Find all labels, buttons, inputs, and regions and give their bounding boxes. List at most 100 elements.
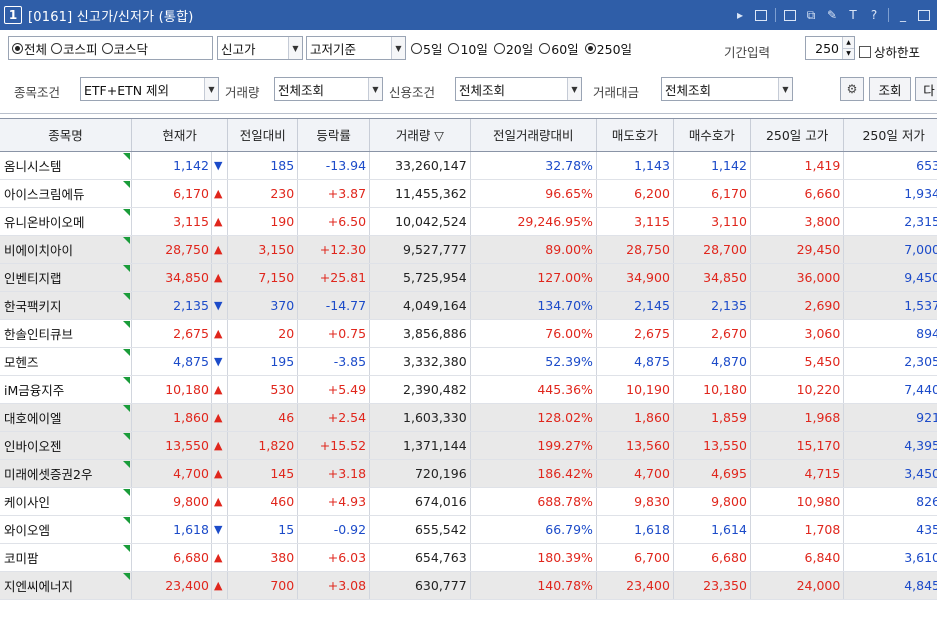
- stock-name-cell[interactable]: 유니온바이오메: [0, 207, 132, 236]
- radio-circle-icon[interactable]: [539, 42, 551, 54]
- stock-name-cell[interactable]: 한국팩키지: [0, 291, 132, 320]
- table-row[interactable]: 대호에이엘 1,860 ▲ 46 +2.54 1,603,330 128.02% 1,860 1…: [0, 403, 937, 432]
- table-row[interactable]: iM금융지주 10,180 ▲ 530 +5.49 2,390,482 445.36% 10,…: [0, 375, 937, 404]
- stock-name-cell[interactable]: 아이스크림에듀: [0, 179, 132, 208]
- amount-combo[interactable]: 전체조회 ▼: [661, 77, 793, 101]
- table-row[interactable]: 케이사인 9,800 ▲ 460 +4.93 674,016 688.78% 9,830 9,8…: [0, 487, 937, 516]
- spin-up-icon[interactable]: ▲: [843, 37, 854, 48]
- table-row[interactable]: 인벤티지랩 34,850 ▲ 7,150 +25.81 5,725,954 127.00% 3…: [0, 263, 937, 292]
- table-row[interactable]: 모헨즈 4,875 ▼ 195 -3.85 3,332,380 52.39% 4,875 4,8…: [0, 347, 937, 376]
- column-header[interactable]: 전일대비: [227, 119, 299, 152]
- table-row[interactable]: 미래에셋증권2우 4,700 ▲ 145 +3.18 720,196 186.42% 4,70…: [0, 459, 937, 488]
- up-arrow-icon: ▲: [211, 207, 229, 236]
- stock-cond-combo[interactable]: ETF+ETN 제외 ▼: [80, 77, 219, 101]
- column-header[interactable]: 거래량 ▽: [369, 119, 471, 152]
- chevron-down-icon[interactable]: ▼: [288, 37, 302, 59]
- volume-combo[interactable]: 전체조회 ▼: [274, 77, 383, 101]
- next-button[interactable]: 다: [915, 77, 937, 101]
- spin-buttons[interactable]: ▲ ▼: [842, 37, 854, 59]
- title-divider: [775, 8, 776, 22]
- column-header[interactable]: 등락률: [297, 119, 371, 152]
- stock-name-cell[interactable]: 지엔씨에너지: [0, 571, 132, 600]
- minimize-icon[interactable]: _: [896, 8, 910, 22]
- search-button[interactable]: 조회: [869, 77, 911, 101]
- pin-icon[interactable]: ✎: [825, 8, 839, 22]
- stock-name-cell[interactable]: 케이사인: [0, 487, 132, 516]
- radio-circle-icon[interactable]: [493, 42, 505, 54]
- radio-circle-icon[interactable]: [411, 42, 422, 54]
- window-number-badge[interactable]: 1: [4, 6, 22, 24]
- radio-circle-icon[interactable]: [101, 42, 113, 54]
- play-icon[interactable]: ▸: [733, 8, 747, 22]
- radio-circle-icon[interactable]: [51, 42, 63, 54]
- period-input-value[interactable]: 250: [806, 41, 842, 56]
- period-radio[interactable]: 250일: [584, 39, 632, 58]
- period-radio[interactable]: 5일: [411, 39, 442, 58]
- credit-combo[interactable]: 전체조회 ▼: [455, 77, 582, 101]
- type-combo[interactable]: 신고가 ▼: [217, 36, 303, 60]
- chevron-down-icon[interactable]: ▼: [368, 78, 382, 100]
- stock-name-cell[interactable]: 대호에이엘: [0, 403, 132, 432]
- column-header[interactable]: 현재가: [131, 119, 229, 152]
- rate-cell: +25.81: [297, 263, 371, 292]
- chevron-down-icon[interactable]: ▼: [391, 37, 405, 59]
- screen-icon[interactable]: [754, 8, 768, 22]
- radio-circle-icon[interactable]: [12, 42, 23, 54]
- table-row[interactable]: 비에이치아이 28,750 ▲ 3,150 +12.30 9,527,777 89.00% 2…: [0, 235, 937, 264]
- low-250-cell: 653: [843, 151, 937, 180]
- stock-name-cell[interactable]: 와이오엠: [0, 515, 132, 544]
- period-radio[interactable]: 10일: [448, 39, 488, 58]
- table-row[interactable]: 지엔씨에너지 23,400 ▲ 700 +3.08 630,777 140.78% 23,40…: [0, 571, 937, 600]
- table-row[interactable]: 인바이오젠 13,550 ▲ 1,820 +15.52 1,371,144 199.27% 1…: [0, 431, 937, 460]
- stock-name-cell[interactable]: 비에이치아이: [0, 235, 132, 264]
- basis-combo[interactable]: 고저기준 ▼: [306, 36, 406, 60]
- bid-price-cell: 1,614: [673, 515, 751, 544]
- filter-settings-button[interactable]: ⚙: [840, 77, 864, 101]
- table-row[interactable]: 한국팩키지 2,135 ▼ 370 -14.77 4,049,164 134.70% 2,14…: [0, 291, 937, 320]
- table-row[interactable]: 유니온바이오메 3,115 ▲ 190 +6.50 10,042,524 29,246.95…: [0, 207, 937, 236]
- market-radio[interactable]: 코스닥: [101, 39, 148, 58]
- chevron-down-icon[interactable]: ▼: [567, 78, 581, 100]
- stock-name-cell[interactable]: 옴니시스템: [0, 151, 132, 180]
- table-row[interactable]: 와이오엠 1,618 ▼ 15 -0.92 655,542 66.79% 1,618 1,614…: [0, 515, 937, 544]
- period-radio[interactable]: 20일: [493, 39, 533, 58]
- column-header[interactable]: 매수호가: [673, 119, 751, 152]
- column-header[interactable]: 전일거래량대비: [470, 119, 597, 152]
- table-row[interactable]: 아이스크림에듀 6,170 ▲ 230 +3.87 11,455,362 96.65% 6,2…: [0, 179, 937, 208]
- column-header[interactable]: 250일 저가: [843, 119, 937, 152]
- period-input[interactable]: 250 ▲ ▼: [805, 36, 855, 60]
- column-header[interactable]: 매도호가: [596, 119, 674, 152]
- table-row[interactable]: 한솔인티큐브 2,675 ▲ 20 +0.75 3,856,886 76.00% 2,675 2…: [0, 319, 937, 348]
- stock-name: 미래에셋증권2우: [4, 466, 93, 482]
- table-row[interactable]: 코미팜 6,680 ▲ 380 +6.03 654,763 180.39% 6,700 6,68…: [0, 543, 937, 572]
- spin-down-icon[interactable]: ▼: [843, 47, 854, 59]
- stock-name-cell[interactable]: 코미팜: [0, 543, 132, 572]
- radio-circle-icon[interactable]: [584, 42, 596, 54]
- market-radio[interactable]: 전체: [12, 39, 47, 58]
- change-cell: 145: [227, 459, 299, 488]
- period-radio[interactable]: 60일: [539, 39, 579, 58]
- maximize-icon[interactable]: [917, 8, 931, 22]
- stock-name-cell[interactable]: 인벤티지랩: [0, 263, 132, 292]
- stock-name-cell[interactable]: iM금융지주: [0, 375, 132, 404]
- stock-name-cell[interactable]: 한솔인티큐브: [0, 319, 132, 348]
- limit-checkbox[interactable]: 상하한포: [859, 42, 920, 61]
- font-size-icon[interactable]: T: [846, 8, 860, 22]
- copy-icon[interactable]: ⧉: [804, 8, 818, 22]
- table-row[interactable]: 옴니시스템 1,142 ▼ 185 -13.94 33,260,147 32.78% 1,14…: [0, 151, 937, 180]
- column-header[interactable]: 종목명: [0, 119, 132, 152]
- chevron-down-icon[interactable]: ▼: [778, 78, 792, 100]
- stock-name-cell[interactable]: 미래에셋증권2우: [0, 459, 132, 488]
- help-icon[interactable]: ?: [867, 8, 881, 22]
- low-250-cell: 7,440: [843, 375, 937, 404]
- checkbox-box[interactable]: [859, 45, 871, 58]
- marker-flag-icon: [122, 320, 130, 328]
- column-header[interactable]: 250일 고가: [750, 119, 845, 152]
- stock-name-cell[interactable]: 모헨즈: [0, 347, 132, 376]
- window-icon[interactable]: [783, 8, 797, 22]
- stock-name-cell[interactable]: 인바이오젠: [0, 431, 132, 460]
- results-table[interactable]: 종목명 현재가 전일대비 등락률 거래량 ▽ 전일거래량대비 매도호가 매수호가 250일 고가…: [0, 118, 937, 642]
- chevron-down-icon[interactable]: ▼: [204, 78, 218, 100]
- radio-circle-icon[interactable]: [448, 42, 460, 54]
- market-radio[interactable]: 코스피: [51, 39, 98, 58]
